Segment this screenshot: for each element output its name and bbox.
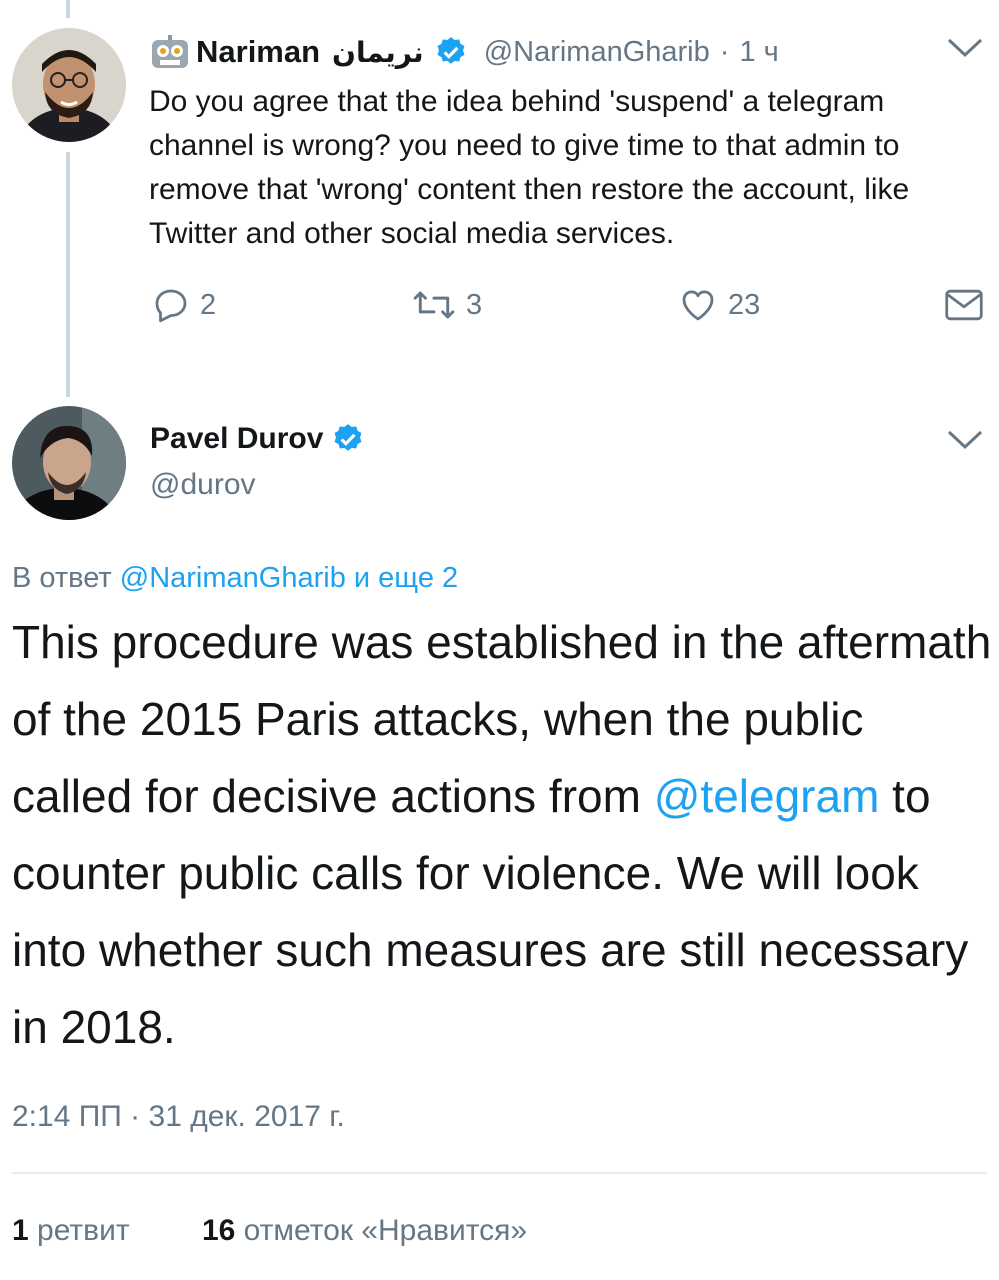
time-separator: ·	[719, 35, 730, 68]
like-stat[interactable]: 16 отметок «Нравится»	[202, 1214, 527, 1247]
tweet-header: Pavel Durov	[150, 422, 365, 456]
display-name[interactable]: Nariman	[196, 34, 320, 70]
divider	[12, 1172, 987, 1174]
retweet-button[interactable]: 3	[410, 284, 482, 326]
verified-badge-icon	[331, 422, 365, 456]
tweet-header: Nariman نريمان @NarimanGharib · 1 ч	[150, 30, 779, 74]
avatar[interactable]	[12, 406, 126, 520]
verified-badge-icon	[434, 35, 468, 69]
tweet-text: This procedure was established in the af…	[12, 604, 992, 1066]
heart-icon	[682, 290, 714, 321]
reply-count: 2	[200, 288, 217, 321]
retweet-stat[interactable]: 1 ретвит	[12, 1214, 138, 1247]
tweet-time[interactable]: 1 ч	[739, 36, 778, 69]
mention-link[interactable]: @telegram	[654, 770, 880, 822]
like-stat-count: 16	[201, 1214, 236, 1247]
like-button[interactable]: 23	[676, 284, 760, 326]
display-name-arabic[interactable]: نريمان	[332, 36, 424, 69]
retweet-icon	[413, 291, 455, 319]
reply-context: В ответ @NarimanGharib и еще 2	[12, 562, 458, 595]
retweet-count: 3	[466, 288, 483, 321]
tweet-text: Do you agree that the idea behind 'suspe…	[149, 85, 910, 250]
retweet-stat-count: 1	[12, 1214, 29, 1247]
avatar[interactable]	[12, 28, 126, 142]
reply-others-link[interactable]: и еще 2	[354, 562, 458, 594]
handle[interactable]: @NarimanGharib	[484, 36, 710, 69]
thread-line	[66, 152, 70, 397]
tweet-timestamp[interactable]: 2:14 ПП · 31 дек. 2017 г.	[12, 1100, 345, 1134]
reply-button[interactable]: 2	[150, 284, 216, 326]
retweet-stat-label: ретвит	[37, 1214, 130, 1247]
reply-icon	[155, 289, 187, 323]
chevron-down-icon[interactable]	[946, 36, 984, 60]
reply-to-link[interactable]: @NarimanGharib	[120, 562, 346, 594]
direct-message-button[interactable]	[943, 286, 985, 324]
thread-line	[66, 0, 70, 18]
like-stat-label: отметок «Нравится»	[243, 1214, 528, 1247]
handle[interactable]: @durov	[150, 468, 256, 502]
like-count: 23	[728, 288, 761, 321]
display-name[interactable]: Pavel Durov	[150, 422, 323, 456]
reply-prefix: В ответ	[12, 562, 112, 594]
robot-emoji-icon	[150, 35, 190, 69]
chevron-down-icon[interactable]	[946, 428, 984, 452]
envelope-icon	[945, 289, 983, 321]
engagement-stats: 1 ретвит 16 отметок «Нравится»	[12, 1214, 527, 1248]
